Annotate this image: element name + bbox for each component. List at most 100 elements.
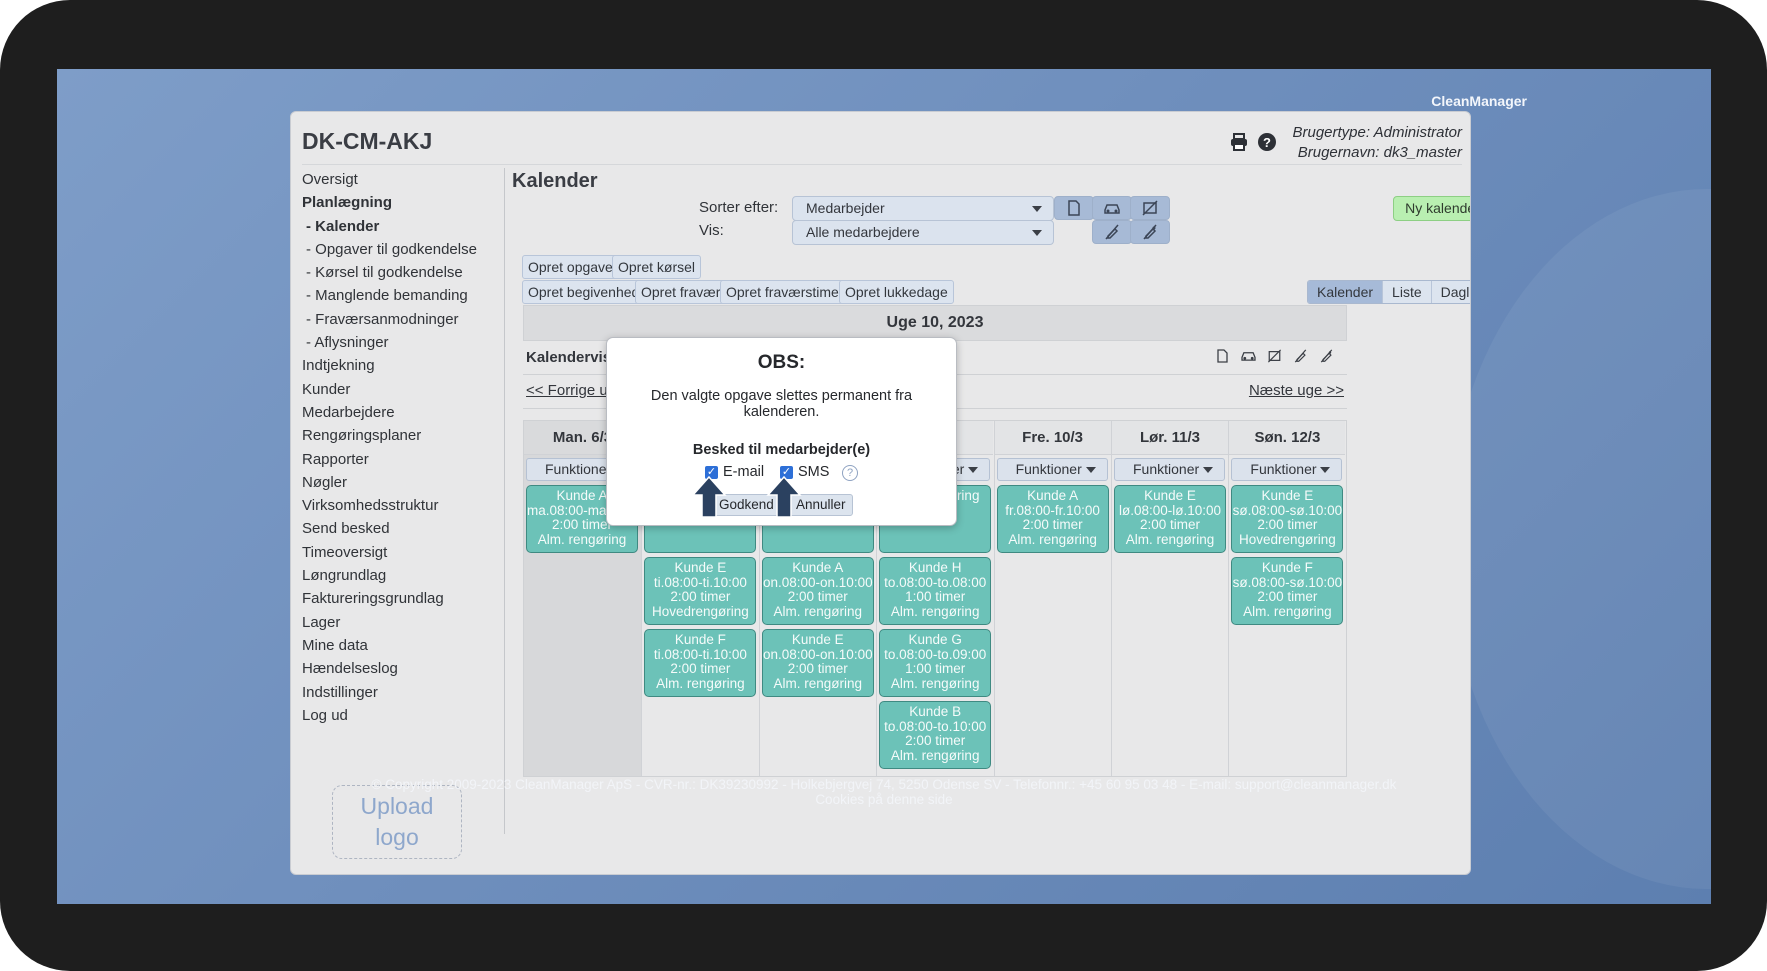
chevron-down-icon bbox=[1032, 206, 1042, 212]
car-icon[interactable] bbox=[1240, 349, 1257, 366]
email-label: E-mail bbox=[723, 464, 765, 480]
crossed-box-filter-button[interactable] bbox=[1130, 196, 1170, 220]
sidebar-item[interactable]: Planlægning bbox=[302, 191, 502, 214]
task-card[interactable]: Kunde Gto.08:00-to.09:00 1:00 timer Alm. r… bbox=[879, 629, 992, 697]
task-type: Alm. rengøring bbox=[890, 675, 980, 691]
sidebar-item[interactable]: Rapporter bbox=[302, 448, 502, 471]
tab-liste[interactable]: Liste bbox=[1382, 281, 1431, 303]
sidebar-item[interactable]: Send besked bbox=[302, 517, 502, 540]
help-icon[interactable]: ? bbox=[842, 465, 858, 481]
functions-dropdown[interactable]: Funktioner bbox=[996, 458, 1108, 481]
task-customer: Kunde E bbox=[1261, 488, 1314, 503]
create-absence-hours-button[interactable]: Opret fraværstimer bbox=[720, 280, 850, 304]
task-card[interactable]: Kunde Fti.08:00-ti.10:00 2:00 timer Alm. r… bbox=[644, 629, 757, 697]
printer-icon[interactable] bbox=[1229, 132, 1249, 152]
sidebar-item[interactable]: - Kørsel til godkendelse bbox=[302, 261, 502, 284]
functions-label: Funktioner bbox=[545, 461, 612, 477]
functions-dropdown[interactable]: Funktioner bbox=[1114, 458, 1225, 481]
task-duration: 2:00 timer bbox=[1257, 517, 1318, 533]
task-card[interactable]: Kunde Bto.08:00-to.10:00 2:00 timer Alm. r… bbox=[879, 701, 992, 769]
dialog-title: OBS: bbox=[757, 352, 806, 373]
crossed-pen-icon[interactable] bbox=[1292, 349, 1309, 366]
functions-dropdown[interactable]: Funktioner bbox=[1231, 458, 1343, 481]
crossed-pen-alt-icon[interactable] bbox=[1318, 349, 1335, 366]
crossed-pen-filter-button[interactable] bbox=[1092, 220, 1132, 244]
sidebar-item[interactable]: Kunder bbox=[302, 378, 502, 401]
show-select[interactable]: Alle medarbejdere bbox=[792, 220, 1054, 245]
functions-label: Funktioner bbox=[1015, 461, 1082, 477]
dialog-subtitle: Besked til medarbejder(e) bbox=[692, 442, 871, 458]
sidebar-item[interactable]: Rengøringsplaner bbox=[302, 424, 502, 447]
task-time: ti.08:00-ti.10:00 bbox=[653, 646, 747, 662]
sidebar-item[interactable]: Indtjekning bbox=[302, 354, 502, 377]
top-icons: ? bbox=[1229, 132, 1277, 152]
task-card[interactable]: Kunde Afr.08:00-fr.10:00 2:00 timer Alm. r… bbox=[996, 485, 1109, 553]
sidebar-item[interactable]: Virksomhedsstruktur bbox=[302, 494, 502, 517]
sidebar-item[interactable]: Oversigt bbox=[302, 168, 502, 191]
task-customer: Kunde A bbox=[792, 560, 844, 575]
sidebar-item[interactable]: Indstillinger bbox=[302, 681, 502, 704]
task-card[interactable]: Kunde Esø.08:00-sø.10:00 2:00 timer Hovedr… bbox=[1231, 485, 1344, 553]
sms-label: SMS bbox=[798, 464, 830, 480]
sidebar-item[interactable]: - Manglende bemanding bbox=[302, 284, 502, 307]
task-card[interactable]: Kunde Eti.08:00-ti.10:00 2:00 timer Hovedr… bbox=[644, 557, 757, 625]
day-column: Søn. 12/3 Funktioner Kunde Esø.08:00-sø.10… bbox=[1228, 421, 1346, 776]
tab-dagligt[interactable]: Dagligt bbox=[1430, 281, 1470, 303]
task-time: sø.08:00-sø.10:00 bbox=[1232, 574, 1343, 590]
document-filter-button[interactable] bbox=[1054, 196, 1094, 220]
car-icon bbox=[1104, 204, 1120, 214]
sidebar-item[interactable]: Log ud bbox=[302, 704, 502, 727]
document-icon[interactable] bbox=[1214, 349, 1231, 366]
task-customer: Kunde E bbox=[1144, 488, 1196, 503]
sidebar-item[interactable]: Lager bbox=[302, 611, 502, 634]
crossed-pen-alt-filter-button[interactable] bbox=[1130, 220, 1170, 244]
svg-text:?: ? bbox=[1263, 135, 1271, 150]
sidebar-item[interactable]: Hændelseslog bbox=[302, 657, 502, 680]
calendar-view-icons bbox=[1214, 349, 1335, 366]
task-card[interactable]: Kunde Elø.08:00-lø.10:00 2:00 timer Alm. r… bbox=[1114, 485, 1226, 553]
sidebar-item[interactable]: Løngrundlag bbox=[302, 564, 502, 587]
task-type: Alm. rengøring bbox=[773, 603, 863, 619]
sidebar-item[interactable]: - Fraværsanmodninger bbox=[302, 308, 502, 331]
task-type: Alm. rengøring bbox=[773, 675, 863, 691]
task-type: Alm. rengøring bbox=[890, 747, 980, 763]
arrow-up-icon bbox=[766, 476, 802, 518]
create-event-button[interactable]: Opret begivenhed bbox=[522, 280, 646, 304]
tab-kalender[interactable]: Kalender bbox=[1308, 281, 1383, 303]
sort-select[interactable]: Medarbejder bbox=[792, 196, 1054, 221]
sidebar-item[interactable]: Timeoversigt bbox=[302, 541, 502, 564]
task-card[interactable]: Kunde Hto.08:00-to.08:00 1:00 timer Alm. r… bbox=[879, 557, 992, 625]
sidebar-item[interactable]: - Aflysninger bbox=[302, 331, 502, 354]
footer-copyright: © Copyright 2009-2023 CleanManager ApS -… bbox=[371, 777, 1397, 792]
chevron-down-icon bbox=[1085, 467, 1096, 473]
task-type: Hovedrengøring bbox=[1238, 531, 1336, 547]
create-closed-days-button[interactable]: Opret lukkedage bbox=[839, 280, 954, 304]
user-name: Brugernavn: dk3_master bbox=[1297, 144, 1462, 161]
sidebar-divider bbox=[504, 168, 505, 834]
sidebar-item[interactable]: Mine data bbox=[302, 634, 502, 657]
sidebar-item[interactable]: - Opgaver til godkendelse bbox=[302, 238, 502, 261]
crossed-pen-alt-icon bbox=[1143, 224, 1157, 240]
footer-cookies-link[interactable]: Cookies på denne side bbox=[57, 792, 1711, 807]
task-duration: 2:00 timer bbox=[1139, 517, 1201, 533]
task-card[interactable]: Kunde Aon.08:00-on.10:00 2:00 timer Alm. r… bbox=[761, 557, 874, 625]
sidebar-item[interactable]: - Kalender bbox=[302, 215, 502, 238]
sidebar-item[interactable]: Faktureringsgrundlag bbox=[302, 587, 502, 610]
task-type: Alm. rengøring bbox=[890, 603, 980, 619]
create-drive-button[interactable]: Opret kørsel bbox=[612, 255, 702, 279]
car-filter-button[interactable] bbox=[1092, 196, 1132, 220]
day-column: Fre. 10/3 Funktioner Kunde Afr.08:00-fr.10… bbox=[993, 421, 1111, 776]
crossed-box-icon[interactable] bbox=[1266, 349, 1283, 366]
new-calendar-button[interactable]: Ny kalender bbox=[1393, 196, 1470, 221]
crossed-pen-icon bbox=[1105, 224, 1119, 240]
next-week-link[interactable]: Næste uge >> bbox=[1249, 382, 1344, 399]
task-customer: Kunde B bbox=[909, 704, 962, 719]
sidebar-item[interactable]: Nøgler bbox=[302, 471, 502, 494]
footer: © Copyright 2009-2023 CleanManager ApS -… bbox=[57, 777, 1711, 807]
week-title: Uge 10, 2023 bbox=[523, 305, 1347, 341]
create-absence-button[interactable]: Opret fravær bbox=[635, 280, 727, 304]
task-card[interactable]: Kunde Eon.08:00-on.10:00 2:00 timer Alm. r… bbox=[761, 629, 874, 697]
create-task-button[interactable]: Opret opgave bbox=[522, 255, 619, 279]
task-card[interactable]: Kunde Fsø.08:00-sø.10:00 2:00 timer Alm. r… bbox=[1231, 557, 1344, 625]
sidebar-item[interactable]: Medarbejdere bbox=[302, 401, 502, 424]
